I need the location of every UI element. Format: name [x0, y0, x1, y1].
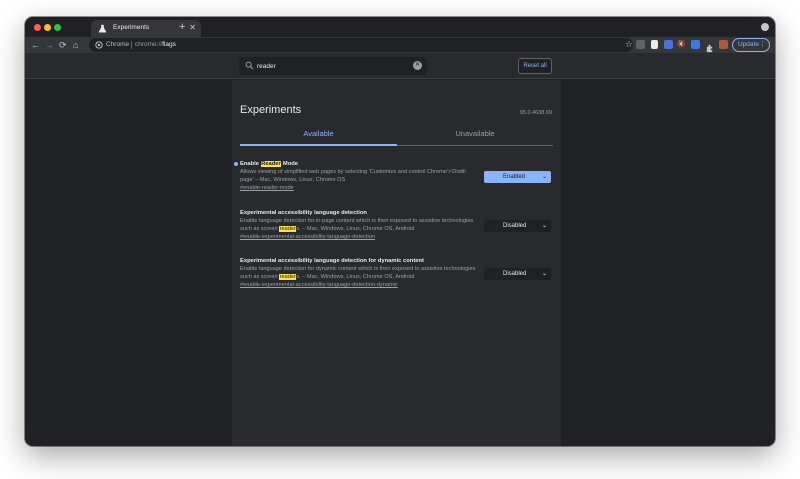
forward-button[interactable]: →	[45, 39, 54, 51]
select-value: Disabled	[503, 223, 527, 229]
experiment-name: Experimental accessibility language dete…	[240, 210, 367, 216]
reset-all-button[interactable]: Reset all	[518, 58, 552, 74]
tab-unavailable[interactable]: Unavailable	[397, 127, 553, 146]
flags-header: ✕ Reset all	[25, 53, 775, 79]
bookmark-star-icon[interactable]: ☆	[625, 39, 633, 50]
maximize-window-button[interactable]	[54, 24, 61, 31]
experiment-state-select[interactable]: Disabled ⌄	[484, 220, 551, 232]
experiment-state-select[interactable]: Disabled ⌄	[484, 268, 551, 280]
experiment-link[interactable]: #enable-reader-mode	[240, 184, 553, 193]
experiment-description: Enable language detection for in-page co…	[240, 218, 474, 232]
version-label: 95.0.4638.69	[519, 110, 552, 116]
close-window-button[interactable]	[34, 24, 41, 31]
experiment-item: Enable Reader Mode Allows viewing of sim…	[234, 160, 553, 193]
reload-button[interactable]: ⟳	[59, 39, 67, 51]
toolbar: ← → ⟳ ⌂ Chrome chrome://flags ☆ 🔇 Update…	[25, 37, 775, 53]
new-tab-button[interactable]: +	[179, 21, 185, 33]
page-content: ✕ Reset all Experiments 95.0.4638.69 Ava…	[25, 53, 775, 446]
search-box[interactable]: ✕	[239, 57, 427, 75]
puzzle-extensions-icon[interactable]	[705, 40, 714, 53]
menu-dots-icon[interactable]: ⋮	[759, 39, 766, 51]
page-title: Experiments	[240, 104, 302, 116]
minimize-window-button[interactable]	[44, 24, 51, 31]
home-button[interactable]: ⌂	[73, 39, 78, 51]
experiment-name: Enable Reader Mode	[240, 161, 299, 167]
experiment-link[interactable]: #enable-experimental-accessibility-langu…	[240, 233, 553, 242]
update-button[interactable]: Update ⋮	[732, 38, 770, 52]
experiment-state-select[interactable]: Enabled ⌄	[484, 171, 551, 183]
tab-strip: Experiments ✕ +	[25, 17, 775, 37]
extension-blue-icon[interactable]	[691, 40, 700, 49]
avatar-extension-icon[interactable]	[719, 40, 728, 49]
back-button[interactable]: ←	[31, 39, 40, 51]
experiment-item: Experimental accessibility language dete…	[240, 209, 553, 242]
clear-search-icon[interactable]: ✕	[413, 61, 422, 70]
chevron-down-icon: ⌄	[541, 174, 547, 180]
tab-search-icon[interactable]	[761, 23, 769, 31]
search-icon	[245, 61, 254, 70]
active-tab-indicator	[240, 144, 397, 146]
clipboard-extension-icon[interactable]	[651, 40, 658, 49]
bitwarden-extension-icon[interactable]	[664, 40, 673, 49]
close-icon[interactable]: ✕	[189, 22, 196, 34]
experiment-description: Allows viewing of simplified web pages b…	[240, 169, 466, 183]
select-value: Enabled	[503, 174, 526, 180]
flask-icon	[98, 24, 107, 33]
chevron-down-icon: ⌄	[541, 271, 547, 277]
experiment-description: Enable language detection for dynamic co…	[240, 266, 476, 280]
omnibox-url[interactable]: chrome://flags	[135, 41, 176, 48]
tab-title: Experiments	[113, 24, 150, 31]
modified-dot-icon	[234, 162, 238, 166]
experiment-item: Experimental accessibility language dete…	[240, 257, 553, 290]
shield-extension-icon[interactable]	[636, 40, 645, 49]
experiments-panel: Experiments 95.0.4638.69 Available Unava…	[232, 80, 561, 446]
update-label: Update	[738, 41, 759, 48]
omnibox-scheme: Chrome	[106, 41, 130, 48]
mute-extension-icon[interactable]: 🔇	[677, 40, 686, 49]
select-value: Disabled	[503, 271, 527, 277]
experiment-name: Experimental accessibility language dete…	[240, 258, 424, 264]
omnibox-separator	[131, 41, 132, 49]
experiment-link[interactable]: #enable-experimental-accessibility-langu…	[240, 281, 553, 290]
chrome-info-icon	[95, 41, 103, 49]
search-input[interactable]	[257, 59, 407, 73]
browser-window: Experiments ✕ + ← → ⟳ ⌂ Chrome chrome://…	[25, 17, 775, 446]
chevron-down-icon: ⌄	[541, 223, 547, 229]
omnibox[interactable]: Chrome chrome://flags ☆	[89, 38, 633, 52]
